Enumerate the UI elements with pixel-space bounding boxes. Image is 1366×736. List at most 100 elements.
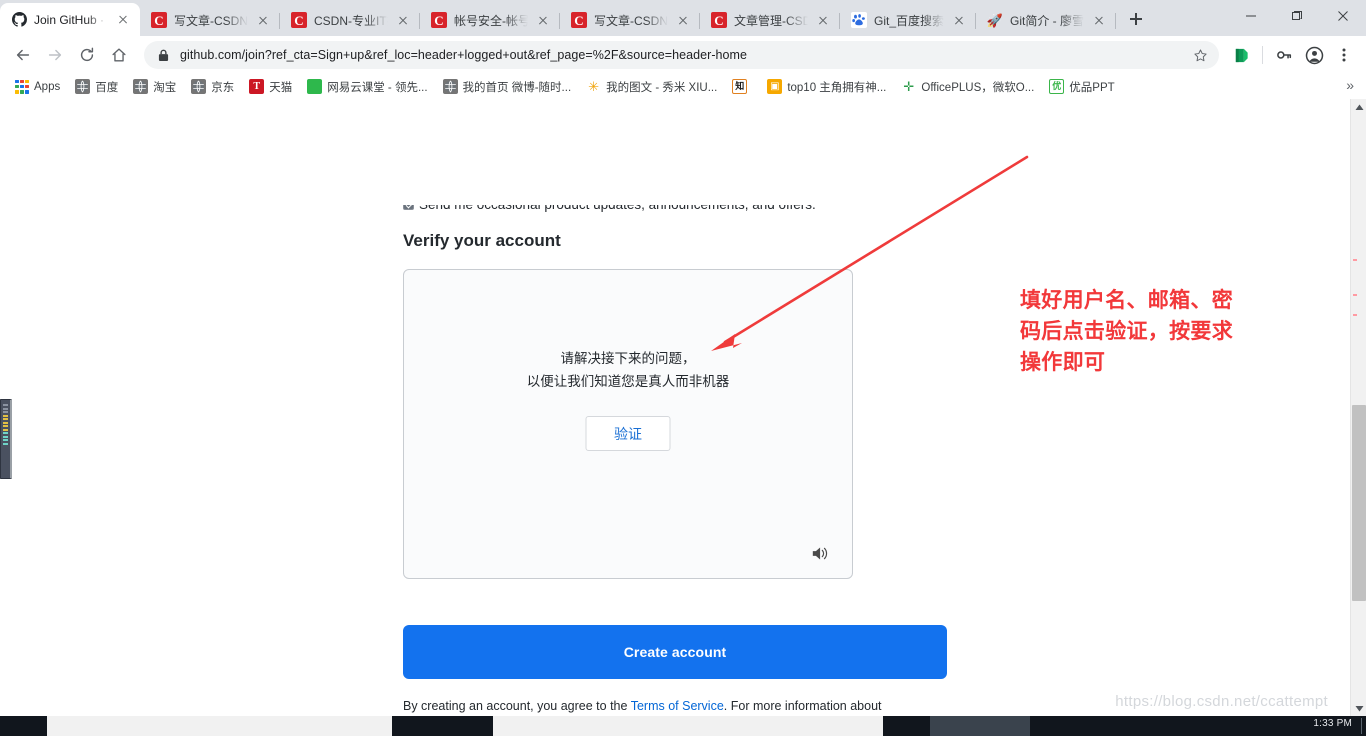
bookmark-item-weibo[interactable]: 我的首页 微博-随时... [436,77,579,97]
annotation-text: 填好用户名、邮箱、密 码后点击验证，按要求 操作即可 [1020,285,1360,378]
bookmark-item-xiumi[interactable]: ✳ 我的图文 - 秀米 XIU... [579,77,724,97]
marketing-optin-label: Send me occasional product updates, anno… [419,197,816,212]
tab-title: 文章管理-CSDN [734,13,808,28]
csdn-icon: C [151,12,167,28]
legal-part-1: By creating an account, you agree to the [403,699,631,713]
vertical-scrollbar[interactable] [1350,99,1366,716]
bilibili-icon: ▣ [767,79,783,94]
github-icon [11,12,27,28]
taskbar-clock[interactable]: 1:33 PM [1313,718,1352,729]
password-key-icon[interactable] [1270,41,1298,69]
tab-title: 写文章-CSDN博 [174,13,248,28]
bookmark-label: 我的首页 微博-随时... [462,81,572,94]
browser-tab-1[interactable]: C 写文章-CSDN博 [140,4,280,36]
tab-close-icon[interactable] [255,12,271,28]
tmall-icon: T [249,79,265,94]
bookmark-item-zhihu[interactable]: 知 [725,77,759,96]
tab-close-icon[interactable] [675,12,691,28]
bookmarks-overflow-icon[interactable]: » [1340,77,1360,93]
bookmark-label: 优品PPT [1069,81,1115,94]
github-signup-page: Send me occasional product updates, anno… [0,99,1350,716]
home-icon[interactable] [104,40,134,70]
extension-icon[interactable] [1227,41,1255,69]
bookmark-label: 百度 [95,81,119,94]
bookmark-label: OfficePLUS，微软O... [921,81,1035,94]
csdn-icon: C [431,12,447,28]
page-viewport: Send me occasional product updates, anno… [0,99,1366,716]
scroll-up-arrow-icon[interactable] [1351,99,1366,115]
legal-text: By creating an account, you agree to the… [403,697,923,716]
bookmark-item-taobao[interactable]: 淘宝 [126,77,183,97]
bookmark-item-tmall[interactable]: T 天猫 [242,77,299,97]
terms-of-service-link[interactable]: Terms of Service [631,699,724,713]
netease-icon [307,79,323,94]
bookmark-item-jd[interactable]: 京东 [184,77,241,97]
tab-close-icon[interactable] [535,12,551,28]
bookmark-item-netease[interactable]: 网易云课堂 - 领先... [300,77,434,97]
scrollbar-marker [1353,294,1357,296]
bookmark-item-baidu[interactable]: 百度 [68,77,125,97]
taskbar-window-button[interactable] [47,716,392,736]
bookmark-item-officeplus[interactable]: ✛ OfficePLUS，微软O... [894,77,1041,97]
new-tab-button[interactable] [1122,5,1150,33]
rocket-icon: 🚀 [986,12,1004,28]
tab-close-icon[interactable] [815,12,831,28]
captcha-verify-button[interactable]: 验证 [585,416,671,451]
bookmark-item-bilibili[interactable]: ▣ top10 主角拥有神... [760,77,893,97]
close-icon[interactable] [1320,0,1366,32]
captcha-prompt-line2: 以便让我们知道您是真人而非机器 [526,374,730,390]
bookmark-label: 淘宝 [153,81,177,94]
back-arrow-icon[interactable] [8,40,38,70]
tab-close-icon[interactable] [1091,12,1107,28]
bookmark-apps[interactable]: Apps [8,78,67,96]
taskbar-window-button[interactable] [493,716,883,736]
annotation-line-1: 填好用户名、邮箱、密 [1020,288,1233,312]
tab-title: Git简介 - 廖雪 [1010,13,1085,28]
csdn-icon: C [571,12,587,28]
captcha-prompt-line1: 请解决接下来的问题， [560,351,696,367]
browser-tab-7[interactable]: 🚀 Git简介 - 廖雪 [976,4,1117,36]
xiumi-icon: ✳ [588,79,600,94]
profile-avatar-icon[interactable] [1300,41,1328,69]
bookmark-item-youpinppt[interactable]: 优 优品PPT [1042,77,1121,97]
speaker-icon[interactable] [808,542,834,564]
taskbar-show-desktop-divider[interactable] [1361,718,1362,734]
tab-strip: Join GitHub · G C 写文章-CSDN博 C CSDN-专业IT技… [0,0,1366,36]
browser-tab-0[interactable]: Join GitHub · G [0,3,140,36]
browser-tab-3[interactable]: C 帐号安全-帐号 [420,4,560,36]
browser-tab-5[interactable]: C 文章管理-CSDN [700,4,840,36]
star-icon[interactable] [1193,48,1209,63]
browser-tab-4[interactable]: C 写文章-CSDN博 [560,4,700,36]
left-edge-minimap-widget[interactable] [0,399,12,479]
browser-toolbar: github.com/join?ref_cta=Sign+up&ref_loc=… [0,36,1366,74]
tab-close-icon[interactable] [115,12,131,28]
tab-title: Git_百度搜索 [874,13,945,28]
browser-tab-6[interactable]: Git_百度搜索 [840,4,977,36]
forward-arrow-icon[interactable] [40,40,70,70]
globe-icon [191,79,207,94]
address-bar[interactable]: github.com/join?ref_cta=Sign+up&ref_loc=… [144,41,1219,69]
marketing-optin-checkbox-row[interactable]: Send me occasional product updates, anno… [403,197,963,212]
taskbar-window-button[interactable] [393,716,493,736]
minimize-icon[interactable] [1228,0,1274,32]
bookmark-label: 天猫 [269,81,293,94]
toolbar-icons [1227,41,1358,69]
browser-tab-2[interactable]: C CSDN-专业IT技 [280,4,420,36]
toolbar-divider [1262,46,1263,64]
globe-icon [442,79,458,94]
create-account-button[interactable]: Create account [403,625,947,679]
taskbar-window-button[interactable] [930,716,1030,736]
tab-title: Join GitHub · G [34,12,108,27]
reload-icon[interactable] [72,40,102,70]
page-title: Verify your account [403,231,561,250]
bookmark-label: top10 主角拥有神... [787,81,887,94]
tab-close-icon[interactable] [395,12,411,28]
scrollbar-thumb[interactable] [1352,405,1366,601]
csdn-icon: C [711,12,727,28]
tab-close-icon[interactable] [951,12,967,28]
more-menu-icon[interactable] [1330,41,1358,69]
checkbox-checked-icon[interactable] [403,205,414,210]
globe-icon [75,79,91,94]
maximize-icon[interactable] [1274,0,1320,32]
scroll-down-arrow-icon[interactable] [1351,700,1366,716]
